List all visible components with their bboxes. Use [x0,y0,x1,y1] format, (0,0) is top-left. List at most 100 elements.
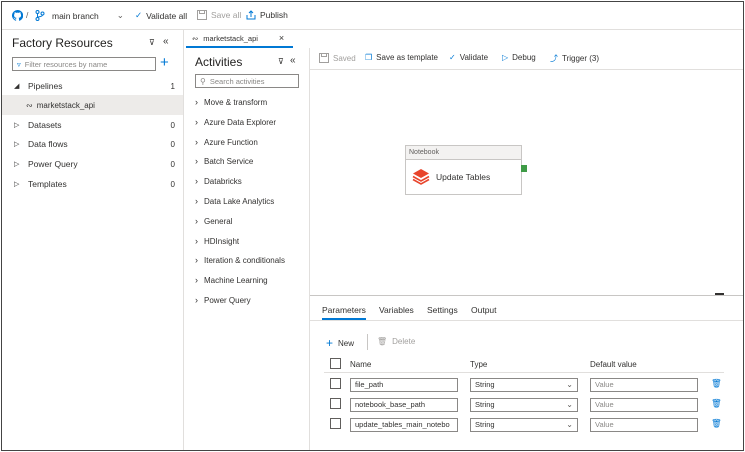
validate-button[interactable]: ✓ Validate [449,53,488,62]
trash-icon[interactable]: 🗑 [711,378,722,389]
activity-group[interactable]: › Data Lake Analytics [195,196,274,206]
caret-collapsed-icon: ▷ [14,181,20,188]
parameter-default-input[interactable]: Value [590,418,698,432]
chevron-right-icon: › [195,137,198,147]
trigger-button[interactable]: ⤴ Trigger (3) [550,53,599,64]
activity-group[interactable]: › Batch Service [195,156,253,166]
caret-collapsed-icon: ▷ [14,141,20,148]
resource-label: Data flows [28,139,68,149]
new-parameter-button[interactable]: + New [326,336,354,350]
resource-pipelines[interactable]: ◢ Pipelines 1 [2,76,183,96]
properties-panel: Parameters Variables Settings Output + N… [310,293,743,450]
activity-label: Power Query [204,295,251,305]
tab-settings[interactable]: Settings [427,305,458,315]
select-all-checkbox[interactable] [330,358,341,369]
collapse-all-icon[interactable]: ⊽ [149,38,155,47]
tab-variables[interactable]: Variables [379,305,414,315]
caret-expanded-icon: ◢ [14,83,20,90]
delete-label: Delete [392,337,416,346]
parameter-name-input[interactable]: file_path [350,378,458,392]
activity-group[interactable]: › Machine Learning [195,275,268,285]
add-resource-icon[interactable]: + [160,54,169,71]
pipeline-icon: ∾ [192,33,199,43]
col-name-header: Name [350,360,372,369]
success-output-handle[interactable] [521,165,527,172]
minimize-icon[interactable] [715,293,724,295]
tab-marketstack-api[interactable]: ∾ marketstack_api × [186,30,293,48]
collapse-panel-icon[interactable]: « [290,55,296,66]
parameter-default-input[interactable]: Value [590,398,698,412]
github-icon[interactable] [12,10,23,21]
pipeline-label: marketstack_api [36,100,95,110]
resource-label: Pipelines [28,81,63,91]
activity-label: Azure Function [204,137,258,147]
caret-collapsed-icon: ▷ [14,161,20,168]
tab-divider [310,320,743,321]
row-checkbox[interactable] [330,418,341,429]
plus-icon: + [326,336,334,350]
activity-group[interactable]: › Iteration & conditionals [195,255,285,265]
chevron-right-icon: › [195,216,198,226]
resource-datasets[interactable]: ▷ Datasets 0 [2,115,183,135]
notebook-activity-node[interactable]: Notebook Update Tables [405,145,522,195]
pipeline-canvas[interactable]: Notebook Update Tables [310,70,743,295]
chevron-down-icon: ⌄ [566,420,573,429]
trash-icon[interactable]: 🗑 [711,398,722,409]
saved-button[interactable]: Saved [319,53,356,63]
resource-data-flows[interactable]: ▷ Data flows 0 [2,134,183,154]
chevron-right-icon: › [195,156,198,166]
activity-group[interactable]: › Azure Function [195,137,258,147]
tab-parameters[interactable]: Parameters [322,305,366,320]
activity-group[interactable]: › Move & transform [195,97,267,107]
parameter-type-select[interactable]: String ⌄ [470,378,578,392]
parameter-name-input[interactable]: update_tables_main_notebo [350,418,458,432]
activity-group[interactable]: › Databricks [195,176,242,186]
saved-label: Saved [333,53,356,63]
debug-button[interactable]: ▷ Debug [502,53,536,62]
trash-icon[interactable]: 🗑 [711,418,722,429]
resource-label: Power Query [28,159,78,169]
activity-group[interactable]: › HDInsight [195,236,239,246]
save-as-template-button[interactable]: ❒ Save as template [365,53,438,62]
activity-group[interactable]: › Power Query [195,295,251,305]
path-separator: / [26,10,29,20]
validate-all-button[interactable]: ✓ Validate all [135,10,187,21]
parameter-type-select[interactable]: String ⌄ [470,418,578,432]
parameter-name-input[interactable]: notebook_base_path [350,398,458,412]
activities-title: Activities [195,55,243,69]
collapse-all-icon[interactable]: ⊽ [278,57,284,66]
tab-output[interactable]: Output [471,305,497,315]
save-all-button[interactable]: Save all [197,10,241,20]
row-checkbox[interactable] [330,398,341,409]
activity-label: General [204,216,233,226]
activity-group[interactable]: › General [195,216,232,226]
search-activities-input[interactable]: ⚲ Search activities [195,74,299,88]
resource-templates[interactable]: ▷ Templates 0 [2,174,183,194]
chevron-down-icon: ⌄ [566,400,573,409]
parameter-default-input[interactable]: Value [590,378,698,392]
publish-button[interactable]: Publish [246,10,288,20]
chevron-right-icon: › [195,117,198,127]
debug-label: Debug [512,53,536,62]
delete-parameter-button[interactable]: 🗑 Delete [377,337,415,346]
row-checkbox[interactable] [330,378,341,389]
chevron-right-icon: › [195,97,198,107]
save-icon [319,53,329,63]
factory-resources-title: Factory Resources [12,36,113,50]
chevron-right-icon: › [195,176,198,186]
chevron-down-icon: ⌄ [566,380,573,389]
parameter-type-select[interactable]: String ⌄ [470,398,578,412]
resource-label: Datasets [28,120,62,130]
filter-resources-input[interactable]: ▿ Filter resources by name [12,57,156,71]
collapse-panel-icon[interactable]: « [163,36,169,47]
pipeline-item-marketstack-api[interactable]: ∾ marketstack_api [2,95,183,115]
node-type-label: Notebook [406,146,521,160]
node-name-label: Update Tables [436,172,491,182]
activity-group[interactable]: › Azure Data Explorer [195,117,276,127]
close-icon[interactable]: × [279,33,284,43]
filter-icon: ▿ [17,59,21,69]
resource-power-query[interactable]: ▷ Power Query 0 [2,154,183,174]
resource-count: 0 [170,139,175,149]
branch-selector[interactable]: main branch ⌄ [35,10,124,21]
chevron-right-icon: › [195,236,198,246]
